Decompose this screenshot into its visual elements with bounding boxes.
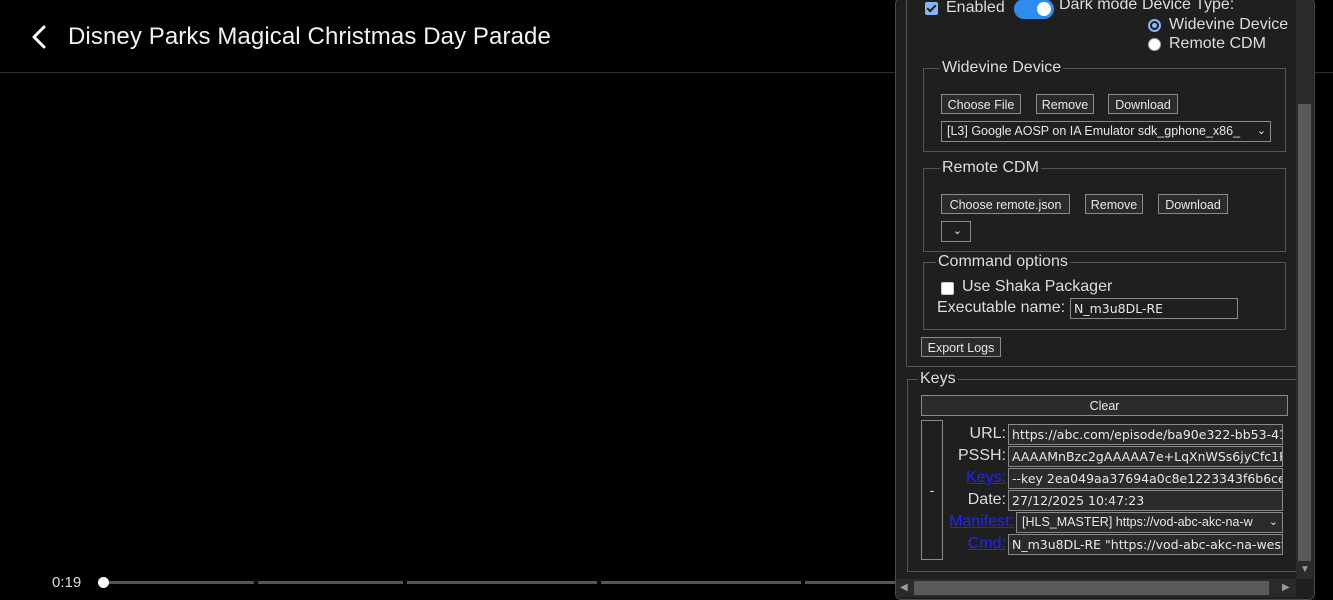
url-field[interactable]: https://abc.com/episode/ba90e322-bb53-41… <box>1008 424 1283 445</box>
date-field[interactable]: 27/12/2025 10:47:23 <box>1008 490 1283 511</box>
widevine-device-value: [L3] Google AOSP on IA Emulator sdk_gpho… <box>947 124 1241 138</box>
url-label: URL: <box>969 425 1006 442</box>
cmd-link[interactable]: Cmd: <box>946 535 1006 553</box>
keys-link[interactable]: Keys: <box>946 469 1006 487</box>
scroll-left-arrow-icon[interactable]: ◀ <box>900 582 908 593</box>
settings-border <box>906 0 907 367</box>
radio-label-remote-cdm: Remote CDM <box>1169 35 1266 52</box>
manifest-select[interactable]: [HLS_MASTER] https://vod-abc-akc-na-w ⌄ <box>1016 512 1283 533</box>
keys-field[interactable]: --key 2ea049aa37694a0c8e1223343f6b6ce9:8 <box>1008 468 1283 489</box>
choose-remote-json-button[interactable]: Choose remote.json <box>941 194 1070 214</box>
chevron-left-icon <box>32 25 46 49</box>
radio-remote-cdm[interactable] <box>1148 38 1161 51</box>
chevron-down-icon: ⌄ <box>1268 516 1278 528</box>
cmd-field[interactable]: N_m3u8DL-RE "https://vod-abc-akc-na-west… <box>1008 534 1283 555</box>
keys-legend: Keys <box>920 370 956 387</box>
chevron-down-icon: ⌄ <box>952 225 962 237</box>
dark-mode-toggle[interactable] <box>1014 0 1054 19</box>
pssh-field[interactable]: AAAAMnBzc2gAAAAA7e+LqXnWSs6jyCfc1R0h <box>1008 446 1283 467</box>
extension-popup: Enabled Dark mode Device Type: Widevine … <box>895 0 1315 600</box>
scrub-handle[interactable] <box>98 577 109 588</box>
vertical-scroll-thumb[interactable] <box>1298 104 1311 561</box>
settings-border <box>906 366 1296 367</box>
enabled-label: Enabled <box>946 0 1005 16</box>
widevine-device-select[interactable]: [L3] Google AOSP on IA Emulator sdk_gpho… <box>941 121 1271 142</box>
shaka-packager-checkbox[interactable] <box>941 282 954 295</box>
keys-link-text[interactable]: Keys: <box>966 469 1006 486</box>
manifest-link-text[interactable]: Manifest: <box>949 513 1014 530</box>
horizontal-scrollbar[interactable]: ◀ ▶ <box>896 579 1296 597</box>
export-logs-button[interactable]: Export Logs <box>921 337 1001 357</box>
remote-download-button[interactable]: Download <box>1158 194 1228 214</box>
elapsed-time: 0:19 <box>52 574 82 591</box>
vertical-scrollbar[interactable]: ▼ <box>1296 0 1313 579</box>
widevine-download-button[interactable]: Download <box>1108 94 1178 114</box>
widevine-remove-button[interactable]: Remove <box>1036 94 1094 114</box>
video-title: Disney Parks Magical Christmas Day Parad… <box>68 23 551 50</box>
scroll-right-arrow-icon[interactable]: ▶ <box>1282 582 1290 593</box>
enabled-checkbox[interactable] <box>925 2 938 15</box>
clear-keys-button[interactable]: Clear <box>921 395 1288 416</box>
executable-name-label: Executable name: <box>937 299 1066 316</box>
remote-remove-button[interactable]: Remove <box>1085 194 1143 214</box>
executable-name-input[interactable]: N_m3u8DL-RE <box>1070 298 1238 319</box>
remote-cdm-select[interactable]: ⌄ <box>941 221 971 242</box>
cmd-link-text[interactable]: Cmd: <box>968 535 1006 552</box>
radio-widevine-device[interactable] <box>1148 19 1161 32</box>
remote-cdm-legend: Remote CDM <box>942 159 1039 176</box>
chapter-segment <box>104 581 254 584</box>
radio-label-widevine: Widevine Device <box>1169 16 1289 33</box>
device-type-label: Device Type: <box>1142 0 1235 13</box>
manifest-value: [HLS_MASTER] https://vod-abc-akc-na-w <box>1022 515 1253 529</box>
back-button[interactable] <box>26 22 54 52</box>
collapse-entry-button[interactable]: - <box>921 420 943 560</box>
horizontal-scroll-thumb[interactable] <box>914 581 1269 595</box>
chapter-segment <box>805 581 904 584</box>
dark-mode-label: Dark mode <box>1059 0 1138 13</box>
pssh-label: PSSH: <box>957 447 1006 464</box>
command-legend: Command options <box>938 253 1068 270</box>
chevron-down-icon: ⌄ <box>1256 125 1266 137</box>
chapter-segment <box>601 581 801 584</box>
scroll-down-arrow-icon[interactable]: ▼ <box>1300 564 1310 575</box>
scrub-bar[interactable] <box>104 581 904 584</box>
chapter-segment <box>258 581 403 584</box>
shaka-packager-label: Use Shaka Packager <box>962 278 1113 295</box>
chapter-segment <box>407 581 597 584</box>
widevine-legend: Widevine Device <box>942 59 1062 76</box>
date-label: Date: <box>967 491 1006 508</box>
choose-file-button[interactable]: Choose File <box>941 94 1021 114</box>
popup-content: Enabled Dark mode Device Type: Widevine … <box>896 0 1307 579</box>
manifest-link[interactable]: Manifest: <box>936 513 1014 531</box>
